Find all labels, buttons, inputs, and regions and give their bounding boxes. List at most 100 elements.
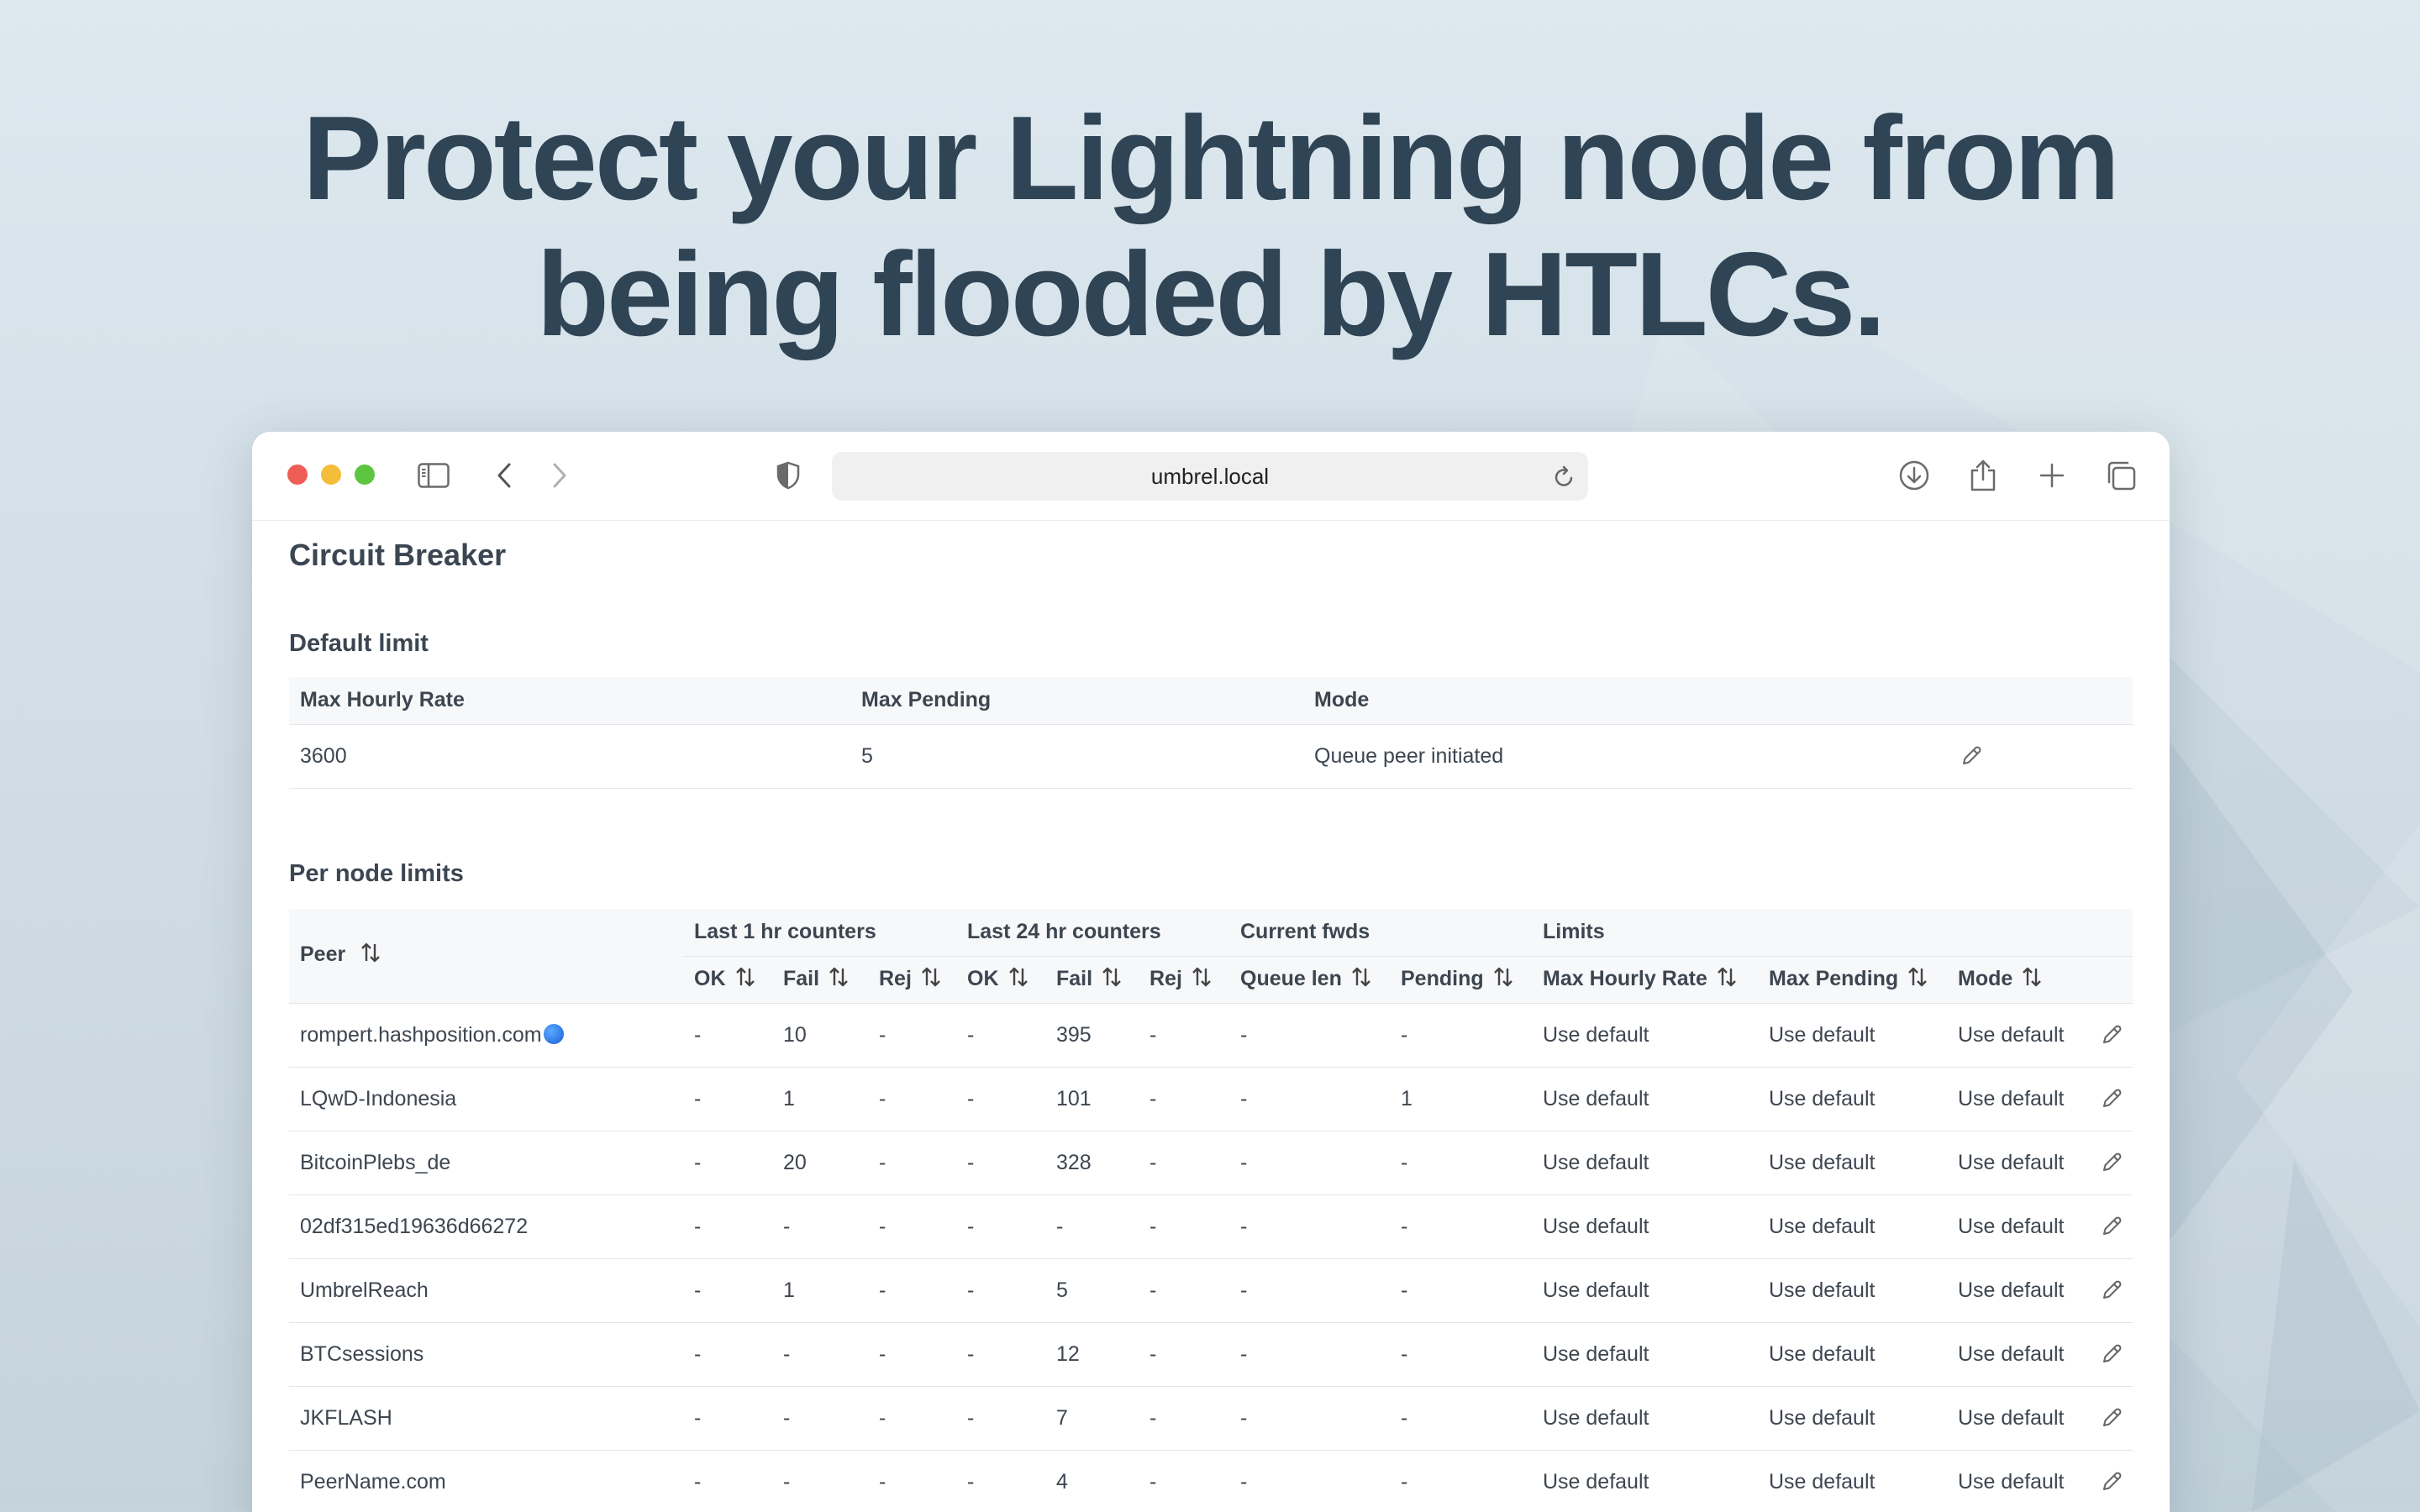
headline-line-2: being flooded by HTLCs. bbox=[536, 228, 1886, 361]
share-icon[interactable] bbox=[1965, 457, 2002, 494]
cell-peer: rompert.hashposition.com bbox=[289, 1003, 683, 1068]
default-limit-title: Default limit bbox=[289, 630, 429, 657]
column-peer[interactable]: Peer bbox=[289, 909, 683, 1004]
cell-value: - bbox=[694, 1022, 702, 1047]
column-max-hourly-rate[interactable]: Max Hourly Rate bbox=[1532, 955, 1758, 1004]
cell-rej-1hr: - bbox=[868, 1131, 956, 1195]
cell-pending: - bbox=[1390, 1322, 1532, 1387]
cell-ok-24hr: - bbox=[956, 1322, 1045, 1387]
edit-icon[interactable] bbox=[2096, 1084, 2127, 1114]
peer-name: 02df315ed19636d66272 bbox=[300, 1214, 529, 1238]
cell-fail-24hr: 395 bbox=[1045, 1003, 1139, 1068]
cell-ok-1hr: - bbox=[683, 1386, 772, 1451]
sort-icon[interactable] bbox=[920, 965, 942, 995]
reload-icon[interactable] bbox=[1551, 463, 1576, 496]
sort-icon[interactable] bbox=[1191, 965, 1213, 995]
column-rej-1hr[interactable]: Rej bbox=[868, 955, 956, 1004]
column-label: Fail bbox=[783, 966, 820, 990]
sort-icon[interactable] bbox=[1907, 965, 1928, 995]
column-label: Rej bbox=[1150, 966, 1182, 990]
cell-value: - bbox=[694, 1341, 702, 1366]
cell-fail-1hr: - bbox=[772, 1194, 868, 1259]
cell-queue-len: - bbox=[1229, 1131, 1390, 1195]
cell-rej-1hr: - bbox=[868, 1258, 956, 1323]
table-row: JKFLASH - - - - 7 - - - Use default Use default Use… bbox=[289, 1386, 2133, 1451]
sort-icon[interactable] bbox=[360, 941, 381, 970]
sort-icon[interactable] bbox=[828, 965, 850, 995]
edit-icon[interactable] bbox=[2096, 1339, 2127, 1369]
edit-icon[interactable] bbox=[1956, 741, 1986, 771]
sort-icon[interactable] bbox=[1007, 965, 1029, 995]
cell-value: Use default bbox=[1543, 1086, 1649, 1110]
plus-icon[interactable] bbox=[2033, 457, 2070, 494]
shield-icon[interactable] bbox=[770, 457, 807, 494]
column-ok-1hr[interactable]: OK bbox=[683, 955, 772, 1004]
column-fail-24hr[interactable]: Fail bbox=[1045, 955, 1139, 1004]
edit-icon[interactable] bbox=[2096, 1403, 2127, 1433]
column-max-pending[interactable]: Max Pending bbox=[1758, 955, 1947, 1004]
sort-icon[interactable] bbox=[1350, 965, 1372, 995]
column-label: OK bbox=[694, 966, 726, 990]
cell-value: Use default bbox=[1958, 1150, 2065, 1174]
column-rej-24hr[interactable]: Rej bbox=[1139, 955, 1229, 1004]
close-window-button[interactable] bbox=[287, 465, 308, 485]
tabs-icon[interactable] bbox=[2102, 457, 2139, 494]
default-limit-row: 3600 5 Queue peer initiated bbox=[289, 724, 2133, 789]
download-icon[interactable] bbox=[1896, 457, 1933, 494]
cell-peer: LQwD-Indonesia bbox=[289, 1067, 683, 1131]
edit-icon[interactable] bbox=[2096, 1147, 2127, 1178]
sort-icon[interactable] bbox=[734, 965, 756, 995]
cell-rej-24hr: - bbox=[1139, 1386, 1229, 1451]
edit-icon[interactable] bbox=[2096, 1467, 2127, 1497]
peer-name: LQwD-Indonesia bbox=[300, 1086, 457, 1110]
cell-max-pending: Use default bbox=[1758, 1258, 1947, 1323]
cell-value: - bbox=[694, 1278, 702, 1302]
column-fail-1hr[interactable]: Fail bbox=[772, 955, 868, 1004]
cell-value: - bbox=[1240, 1405, 1248, 1430]
edit-icon[interactable] bbox=[2096, 1211, 2127, 1242]
address-bar[interactable]: umbrel.local bbox=[832, 452, 1588, 501]
column-ok-24hr[interactable]: OK bbox=[956, 955, 1045, 1004]
back-icon[interactable] bbox=[486, 457, 523, 494]
column-label: OK bbox=[967, 966, 999, 990]
edit-icon[interactable] bbox=[2096, 1020, 2127, 1050]
header-mode: Mode bbox=[1303, 677, 1945, 725]
column-mode[interactable]: Mode bbox=[1947, 955, 2086, 1004]
cell-value: - bbox=[879, 1469, 886, 1494]
cell-max-hourly-rate: Use default bbox=[1532, 1450, 1758, 1512]
cell-value: 20 bbox=[783, 1150, 807, 1174]
cell-value: - bbox=[1401, 1214, 1408, 1238]
cell-value: - bbox=[1056, 1214, 1064, 1238]
sort-icon[interactable] bbox=[2021, 965, 2043, 995]
cell-pending: - bbox=[1390, 1258, 1532, 1323]
cell-value: Use default bbox=[1543, 1469, 1649, 1494]
minimize-window-button[interactable] bbox=[321, 465, 341, 485]
per-node-rows: rompert.hashposition.com - 10 - - 395 - - - Use d… bbox=[289, 1003, 2133, 1512]
cell-max-hourly-rate: Use default bbox=[1532, 1194, 1758, 1259]
sort-icon[interactable] bbox=[1716, 965, 1738, 995]
peer-name: BitcoinPlebs_de bbox=[300, 1150, 451, 1174]
cell-value: - bbox=[967, 1214, 975, 1238]
sort-icon[interactable] bbox=[1101, 965, 1123, 995]
group-last-1hr: Last 1 hr counters bbox=[683, 909, 956, 956]
sidebar-icon[interactable] bbox=[415, 457, 452, 494]
cell-value: Use default bbox=[1543, 1341, 1649, 1366]
cell-actions bbox=[2086, 1067, 2133, 1131]
zoom-window-button[interactable] bbox=[355, 465, 375, 485]
table-row: 02df315ed19636d66272 - - - - - - - - Use default U… bbox=[289, 1194, 2133, 1259]
column-pending[interactable]: Pending bbox=[1390, 955, 1532, 1004]
table-row: UmbrelReach - 1 - - 5 - - - Use default Use defaul… bbox=[289, 1258, 2133, 1323]
header-max-hourly-rate: Max Hourly Rate bbox=[289, 677, 850, 725]
cell-value: Use default bbox=[1958, 1405, 2065, 1430]
cell-value: - bbox=[879, 1022, 886, 1047]
cell-value: - bbox=[783, 1405, 791, 1430]
column-label: Pending bbox=[1401, 966, 1484, 990]
edit-icon[interactable] bbox=[2096, 1275, 2127, 1305]
cell-ok-24hr: - bbox=[956, 1067, 1045, 1131]
cell-fail-1hr: 20 bbox=[772, 1131, 868, 1195]
forward-icon[interactable] bbox=[541, 457, 578, 494]
cell-value: Use default bbox=[1958, 1469, 2065, 1494]
cell-value: - bbox=[1240, 1214, 1248, 1238]
sort-icon[interactable] bbox=[1492, 965, 1514, 995]
column-queue-len[interactable]: Queue len bbox=[1229, 955, 1390, 1004]
